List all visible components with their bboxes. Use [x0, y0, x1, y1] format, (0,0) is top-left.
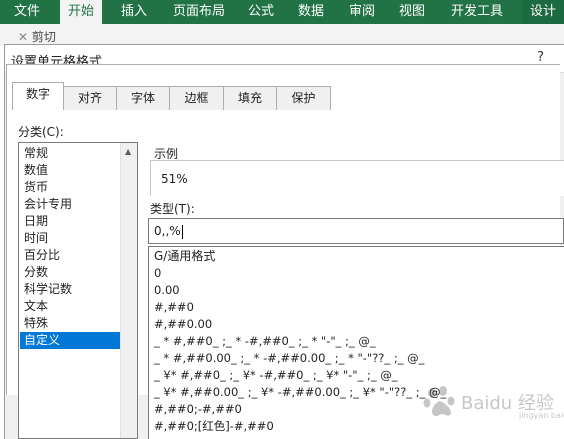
ribbon-tab-file[interactable]: 文件: [6, 0, 48, 24]
category-item-general[interactable]: 常规: [20, 145, 122, 162]
category-item-time[interactable]: 时间: [20, 230, 122, 247]
format-code-item[interactable]: #,##0.00: [154, 316, 212, 333]
format-code-item[interactable]: _ * #,##0.00_ ;_ * -#,##0.00_ ;_ * "-"??…: [154, 350, 424, 367]
scissors-icon: ✕: [18, 30, 29, 44]
type-label: 类型(T):: [150, 202, 195, 216]
format-code-item[interactable]: 0: [154, 265, 161, 282]
ribbon-tab-review[interactable]: 审阅: [341, 0, 383, 24]
sample-preview: 51%: [150, 160, 564, 196]
category-item-special[interactable]: 特殊: [20, 315, 122, 332]
ribbon-tab-home[interactable]: 开始: [60, 0, 103, 24]
watermark-url: jingyan.baidu.com: [519, 411, 564, 420]
format-code-item[interactable]: #,##0;[红色]-#,##0: [154, 418, 274, 435]
category-item-fraction[interactable]: 分数: [20, 264, 122, 281]
category-item-accounting[interactable]: 会计专用: [20, 196, 122, 213]
ribbon-tab-insert[interactable]: 插入: [113, 0, 155, 24]
category-list[interactable]: 常规 数值 货币 会计专用 日期 时间 百分比 分数 科学记数 文本 特殊 自定…: [18, 142, 138, 439]
format-code-item[interactable]: #,##0;-#,##0: [154, 401, 242, 418]
category-label: 分类(C):: [18, 125, 64, 139]
category-scrollbar[interactable]: ▲: [120, 143, 137, 438]
category-item-custom[interactable]: 自定义: [20, 332, 122, 349]
format-code-item[interactable]: G/通用格式: [154, 248, 215, 265]
type-input[interactable]: 0,,%: [148, 218, 564, 244]
text-caret: [181, 224, 183, 239]
category-item-percentage[interactable]: 百分比: [20, 247, 122, 264]
ribbon-tab-view[interactable]: 视图: [391, 0, 433, 24]
tab-fill[interactable]: 填充: [223, 86, 277, 110]
format-code-item[interactable]: _ ¥* #,##0.00_ ;_ ¥* -#,##0.00_ ;_ ¥* "-…: [154, 384, 446, 401]
cut-button[interactable]: ✕ 剪切: [18, 28, 56, 45]
format-code-item[interactable]: #,##0: [154, 299, 194, 316]
help-button[interactable]: ?: [537, 50, 544, 65]
scroll-up-icon[interactable]: ▲: [125, 147, 131, 156]
category-item-number[interactable]: 数值: [20, 162, 122, 179]
category-item-text[interactable]: 文本: [20, 298, 122, 315]
ribbon-tab-developer[interactable]: 开发工具: [443, 0, 511, 24]
format-code-item[interactable]: _ ¥* #,##0_ ;_ ¥* -#,##0_ ;_ ¥* "-"_ ;_ …: [154, 367, 398, 384]
tab-protection[interactable]: 保护: [276, 86, 331, 110]
cut-label: 剪切: [31, 30, 56, 44]
tab-alignment[interactable]: 对齐: [63, 86, 117, 110]
ribbon-toolstrip: [0, 24, 564, 46]
format-code-item[interactable]: 0.00: [154, 282, 180, 299]
ribbon-tab-data[interactable]: 数据: [290, 0, 332, 24]
ribbon-tab-bar: 文件 开始 插入 页面布局 公式 数据 审阅 视图 开发工具 设计: [0, 0, 564, 24]
baidu-paw-icon: [423, 386, 455, 416]
category-item-currency[interactable]: 货币: [20, 179, 122, 196]
tab-border[interactable]: 边框: [169, 86, 224, 110]
format-code-item[interactable]: _ * #,##0_ ;_ * -#,##0_ ;_ * "-"_ ;_ @_: [154, 333, 376, 350]
sample-value: 51%: [161, 172, 188, 186]
ribbon-tab-page-layout[interactable]: 页面布局: [165, 0, 233, 24]
category-item-date[interactable]: 日期: [20, 213, 122, 230]
ribbon-tab-formulas[interactable]: 公式: [240, 0, 282, 24]
tab-number[interactable]: 数字: [12, 82, 64, 110]
ribbon-tab-design[interactable]: 设计: [522, 0, 564, 24]
category-item-scientific[interactable]: 科学记数: [20, 281, 122, 298]
type-input-value: 0,,%: [154, 224, 181, 238]
tab-font[interactable]: 字体: [116, 86, 170, 110]
